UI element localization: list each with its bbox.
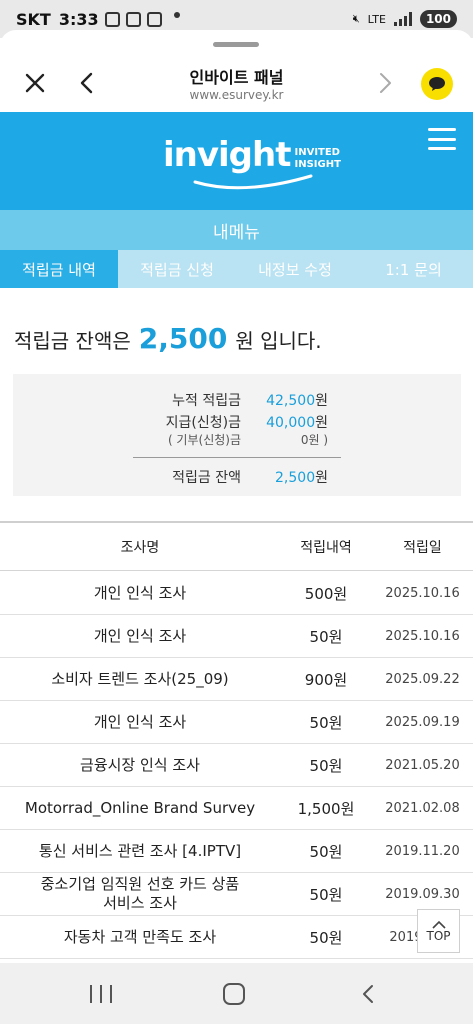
table-row: 통신 서비스 관련 조사 [4.IPTV] 50원 2019.11.20 — [0, 830, 473, 873]
page-url: www.esurvey.kr — [189, 88, 284, 102]
survey-amount: 500원 — [304, 584, 348, 603]
table-header: 조사명 적립내역 적립일 — [0, 523, 473, 571]
status-right: 🔇︎ LTE 100 — [353, 10, 457, 28]
logo-swoosh-icon — [193, 174, 313, 190]
donation-label: ( 기부(신청)금 — [167, 433, 241, 447]
header-date: 적립일 — [403, 539, 442, 556]
table-row: 개인 인식 조사 50원 2025.09.19 — [0, 701, 473, 744]
survey-amount: 50원 — [309, 928, 343, 947]
survey-date: 2025.09.22 — [385, 671, 460, 687]
tab-point-request[interactable]: 적립금 신청 — [118, 250, 236, 288]
table-row: Motorrad_Online Brand Survey 1,500원 2021… — [0, 787, 473, 830]
balance-amount: 2,500 — [138, 322, 228, 355]
logo-word: invight — [163, 135, 291, 175]
table-body: 개인 인식 조사 500원 2025.10.16 개인 인식 조사 50원 20… — [0, 572, 473, 959]
balance-label: 적립금 잔액 — [172, 470, 241, 486]
notification-icons — [104, 11, 180, 27]
balance-headline: 적립금 잔액은 2,500 원 입니다. — [14, 322, 322, 355]
sheet-grabber[interactable] — [213, 42, 259, 47]
survey-date: 2021.02.08 — [385, 800, 460, 816]
tab-inquiry[interactable]: 1:1 문의 — [354, 250, 473, 288]
survey-name: 개인 인식 조사 — [93, 583, 187, 602]
header-amount: 적립내역 — [300, 539, 352, 556]
cumulative-label: 누적 적립금 — [172, 393, 241, 409]
battery-icon: 100 — [419, 10, 457, 28]
survey-name: Motorrad_Online Brand Survey — [24, 798, 256, 817]
survey-date: 2025.09.19 — [385, 714, 460, 730]
screenshot-icon — [125, 11, 141, 27]
logo-subtitle: INVITED INSIGHT — [294, 147, 341, 170]
summary-box: 누적 적립금 42,500원 지급(신청)금 40,000원 ( 기부(신청)금… — [13, 374, 461, 496]
survey-amount: 50원 — [309, 713, 343, 732]
table-row: 개인 인식 조사 50원 2025.10.16 — [0, 615, 473, 658]
donation-value: 0원 ) — [300, 433, 328, 447]
notification-icon — [104, 11, 120, 27]
my-menu-title: 내메뉴 — [0, 210, 473, 250]
survey-date: 2019.11.20 — [385, 843, 460, 859]
forward-arrow-icon[interactable] — [372, 70, 398, 96]
survey-date: 2025.10.16 — [385, 585, 460, 601]
clock: 3:33 — [58, 9, 99, 29]
survey-amount: 50원 — [309, 885, 343, 904]
close-icon[interactable] — [22, 70, 48, 96]
survey-date: 2021.05.20 — [385, 757, 460, 773]
survey-name: 개인 인식 조사 — [93, 626, 187, 645]
tab-point-history[interactable]: 적립금 내역 — [0, 250, 118, 288]
survey-amount: 50원 — [309, 756, 343, 775]
header-survey-name: 조사명 — [120, 539, 160, 556]
browser-sheet-header: 인바이트 패널 www.esurvey.kr — [0, 30, 473, 112]
table-row: 금융시장 인식 조사 50원 2021.05.20 — [0, 744, 473, 787]
network-label: LTE — [367, 12, 386, 26]
status-left: SKT 3:33 — [16, 10, 99, 29]
balance-value: 2,500 — [275, 470, 316, 486]
tab-edit-profile[interactable]: 내정보 수정 — [236, 250, 354, 288]
summary-divider — [133, 457, 341, 458]
page-title: 인바이트 패널 — [189, 68, 284, 87]
app-s-icon — [146, 11, 162, 27]
survey-name: 중소기업 임직원 선호 카드 상품 서비스 조사 — [40, 875, 240, 912]
survey-date: 2019.09.30 — [385, 886, 460, 902]
menu-tabs: 적립금 내역 적립금 신청 내정보 수정 1:1 문의 — [0, 250, 473, 288]
table-row: 자동차 고객 만족도 조사 50원 2019.07.0 — [0, 916, 473, 959]
site-header: invight INVITED INSIGHT — [0, 112, 473, 210]
table-row: 개인 인식 조사 500원 2025.10.16 — [0, 572, 473, 615]
carrier-label: SKT — [16, 9, 51, 29]
invight-logo[interactable]: invight INVITED INSIGHT — [163, 135, 341, 190]
survey-name: 소비자 트렌드 조사(25_09) — [51, 669, 229, 688]
mute-icon: 🔇︎ — [352, 12, 360, 25]
survey-date: 2025.10.16 — [385, 628, 460, 644]
paid-value: 40,000 — [266, 415, 316, 431]
survey-amount: 1,500원 — [297, 799, 355, 818]
android-nav-bar — [0, 963, 473, 1024]
table-row: 중소기업 임직원 선호 카드 상품 서비스 조사 50원 2019.09.30 — [0, 873, 473, 916]
table-row: 소비자 트렌드 조사(25_09) 900원 2025.09.22 — [0, 658, 473, 701]
kakao-chat-icon[interactable] — [421, 68, 453, 100]
scroll-top-label: TOP — [426, 928, 451, 943]
survey-amount: 900원 — [304, 670, 348, 689]
survey-name: 통신 서비스 관련 조사 [4.IPTV] — [38, 841, 242, 860]
recent-apps-icon[interactable] — [90, 985, 112, 1003]
hamburger-menu-icon[interactable] — [428, 128, 456, 150]
home-icon[interactable] — [223, 983, 245, 1005]
balance-suffix: 원 입니다. — [235, 329, 322, 353]
scroll-top-button[interactable]: TOP — [417, 909, 460, 953]
survey-name: 개인 인식 조사 — [93, 712, 187, 731]
survey-amount: 50원 — [309, 627, 343, 646]
chevron-up-icon — [431, 920, 446, 929]
system-back-icon[interactable] — [358, 983, 380, 1005]
survey-name: 자동차 고객 만족도 조사 — [63, 927, 217, 946]
signal-icon — [393, 12, 412, 26]
survey-name: 금융시장 인식 조사 — [80, 755, 200, 774]
cumulative-value: 42,500 — [266, 393, 316, 409]
back-arrow-icon[interactable] — [74, 70, 100, 96]
more-dot-icon — [173, 11, 180, 18]
balance-prefix: 적립금 잔액은 — [14, 329, 131, 353]
survey-amount: 50원 — [309, 842, 343, 861]
paid-label: 지급(신청)금 — [165, 415, 241, 431]
